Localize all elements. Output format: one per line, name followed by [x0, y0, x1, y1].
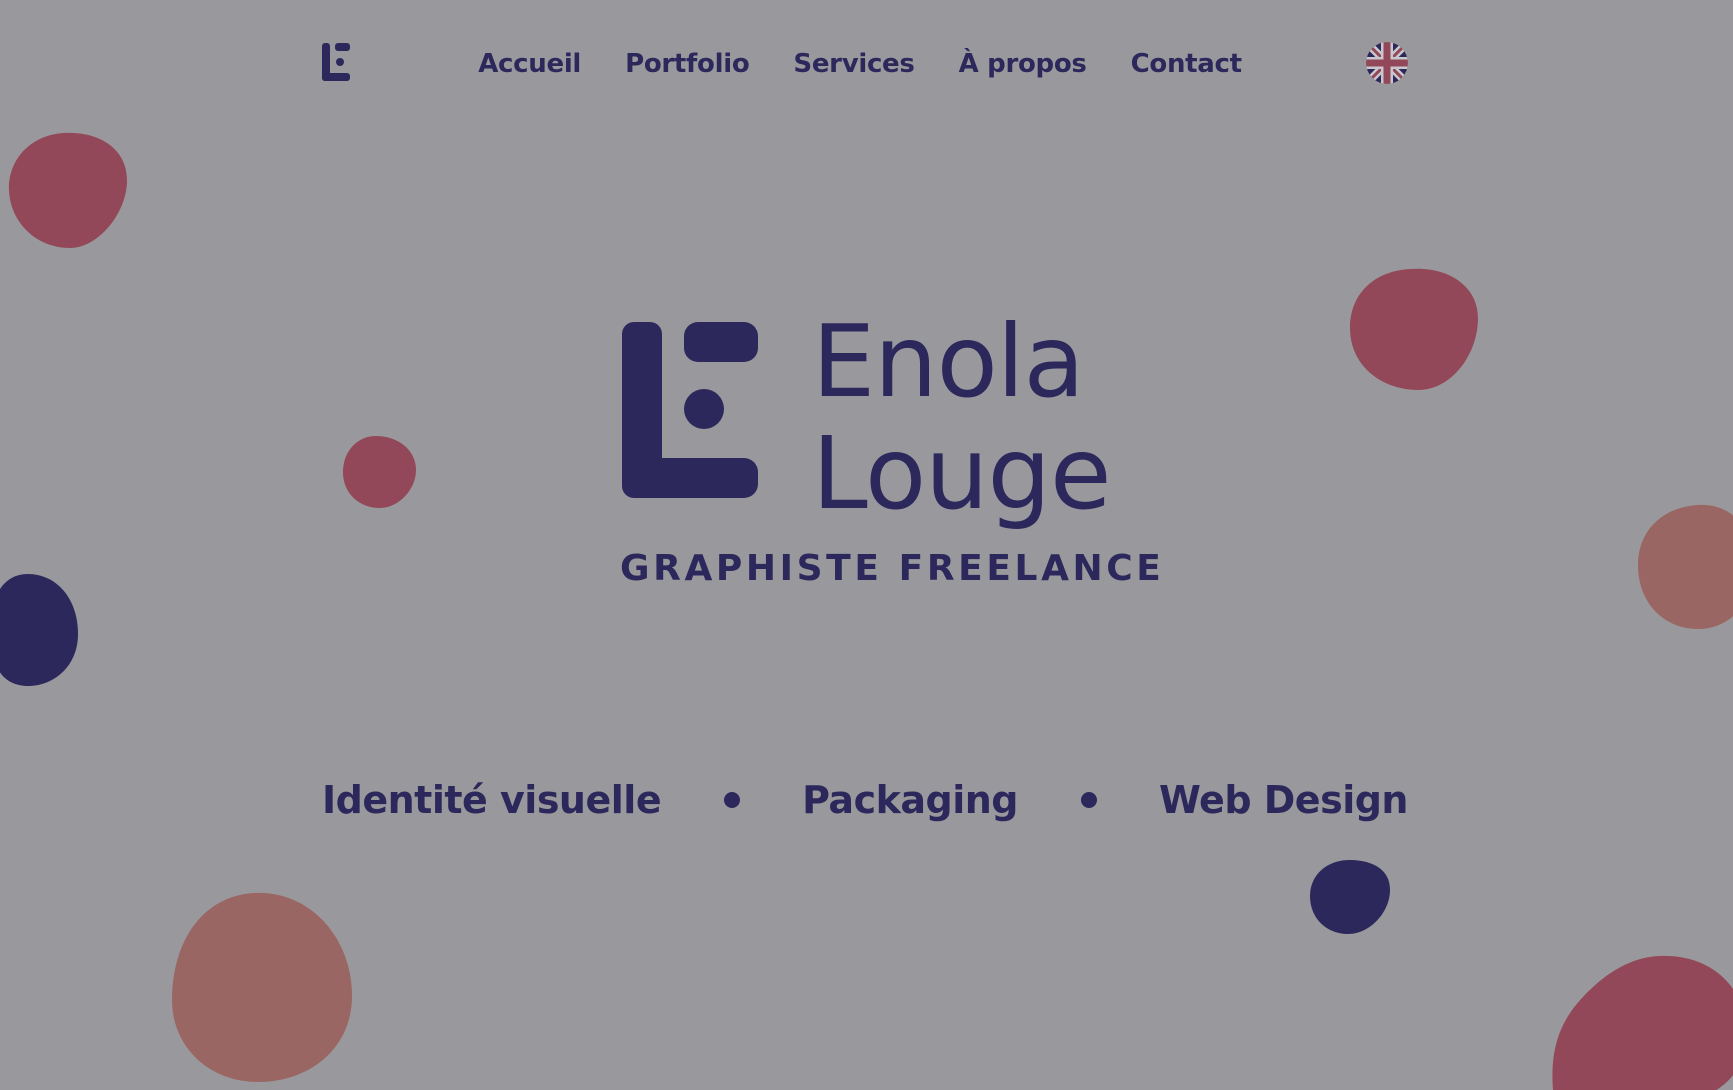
nav-portfolio[interactable]: Portfolio [625, 49, 750, 79]
blob-red-right [1350, 268, 1478, 390]
blob-red-small-left [342, 436, 416, 508]
brand-mark-icon [622, 322, 758, 498]
brand-name-last: Louge [812, 415, 1112, 532]
nav-contact[interactable]: Contact [1131, 49, 1242, 79]
brand-name: Enola Louge [812, 303, 1112, 532]
service-web-design: Web Design [1159, 778, 1408, 822]
brand-name-first: Enola [812, 303, 1085, 420]
blob-navy-left [0, 574, 78, 686]
service-identite-visuelle: Identité visuelle [322, 778, 662, 822]
logo-icon[interactable] [322, 43, 352, 83]
blob-salmon-bottom-left [172, 892, 352, 1082]
blob-salmon-right [1638, 504, 1733, 629]
page: Accueil Portfolio Services À propos Cont… [0, 0, 1733, 1090]
nav-accueil[interactable]: Accueil [478, 49, 581, 79]
nav-a-propos[interactable]: À propos [959, 49, 1087, 79]
uk-flag-icon [1366, 42, 1408, 84]
services-list: Identité visuelle Packaging Web Design [322, 770, 1408, 830]
service-packaging: Packaging [802, 778, 1018, 822]
separator-dot [1080, 792, 1097, 808]
blob-red-top-left [8, 132, 128, 248]
nav-services[interactable]: Services [793, 49, 914, 79]
hero-subtitle: GRAPHISTE FREELANCE [620, 548, 1165, 589]
main-nav: Accueil Portfolio Services À propos Cont… [478, 42, 1242, 86]
separator-dot [723, 792, 740, 808]
language-switch-button[interactable] [1366, 42, 1408, 84]
blob-red-bottom-right [1552, 955, 1733, 1090]
blob-navy-bottom-right [1310, 859, 1390, 934]
